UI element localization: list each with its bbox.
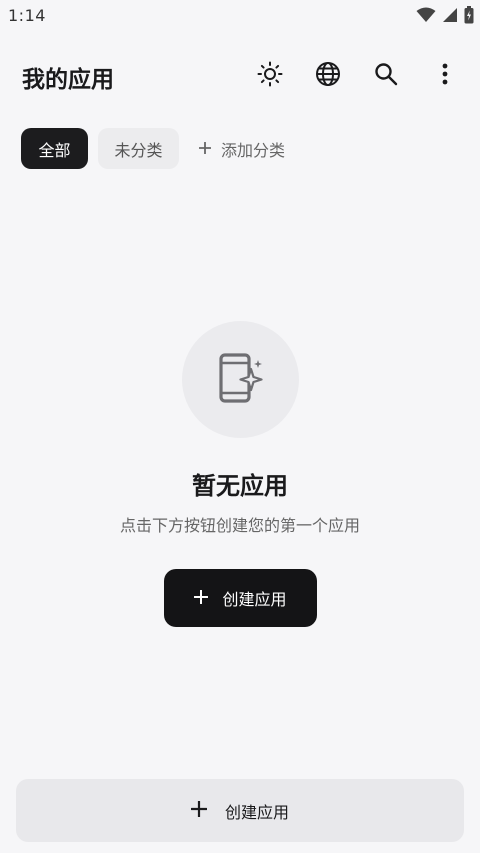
plus-icon: [198, 139, 212, 158]
chip-uncategorized-label: 未分类: [114, 140, 163, 160]
add-category-button[interactable]: 添加分类: [189, 128, 295, 169]
status-bar: 1:14: [0, 0, 480, 34]
empty-state-subtitle: 点击下方按钮创建您的第一个应用: [119, 516, 360, 535]
wifi-icon: [416, 7, 436, 27]
more-options-button[interactable]: [425, 56, 465, 96]
app-screen: 1:14 我的应用 全部 未分类 添加分类 暂无应用 点击下方按钮创建您的第一个…: [0, 0, 480, 853]
page-title: 我的应用: [22, 67, 114, 93]
top-app-bar: 我的应用: [0, 44, 480, 108]
category-chip-row: 全部 未分类 添加分类: [21, 128, 295, 169]
app-sparkle-icon: [218, 352, 264, 408]
more-vert-icon: [441, 63, 449, 89]
language-button[interactable]: [308, 56, 348, 96]
status-icons: [416, 6, 474, 28]
globe-icon: [315, 61, 341, 91]
empty-state-illustration: [182, 321, 299, 438]
chip-all-label: 全部: [38, 140, 71, 160]
bottom-create-app-button[interactable]: 创建应用: [16, 779, 464, 842]
sun-icon: [257, 61, 283, 91]
status-time: 1:14: [8, 6, 46, 25]
search-button[interactable]: [366, 56, 406, 96]
add-category-label: 添加分类: [221, 140, 286, 160]
battery-icon: [464, 6, 474, 28]
theme-toggle-button[interactable]: [250, 56, 290, 96]
empty-state-title: 暂无应用: [192, 472, 288, 500]
chip-all[interactable]: 全部: [21, 128, 88, 169]
create-app-button[interactable]: 创建应用: [164, 569, 317, 627]
plus-icon: [193, 589, 209, 608]
cell-signal-icon: [442, 7, 458, 27]
plus-icon: [190, 799, 208, 821]
chip-uncategorized[interactable]: 未分类: [98, 128, 179, 169]
create-app-button-label: 创建应用: [222, 590, 287, 609]
bottom-create-app-label: 创建应用: [224, 802, 289, 822]
search-icon: [374, 62, 398, 90]
